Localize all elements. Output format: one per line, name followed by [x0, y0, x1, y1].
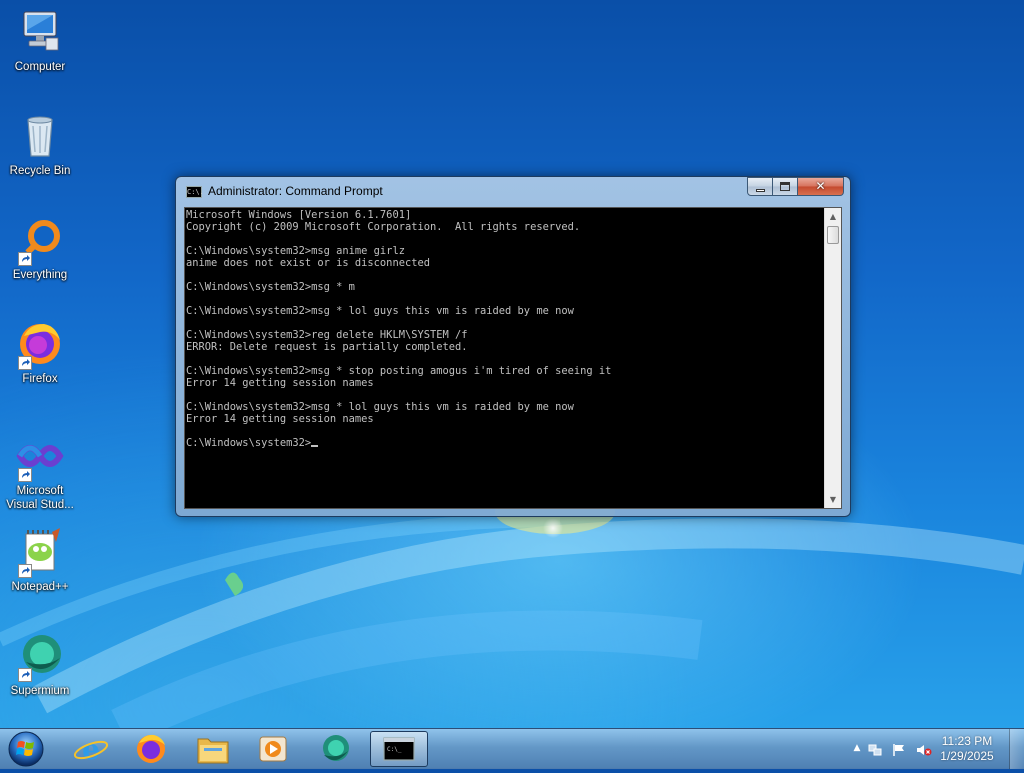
close-icon: ✕ [815, 179, 826, 193]
console-area[interactable]: Microsoft Windows [Version 6.1.7601] Cop… [184, 207, 842, 509]
console-line: C:\Windows\system32>reg delete HKLM\SYST… [186, 329, 468, 341]
console-prompt: C:\Windows\system32> [186, 437, 312, 449]
clock-time: 11:23 PM [941, 734, 993, 748]
scrollbar-thumb[interactable] [827, 226, 839, 244]
clock-date: 1/29/2025 [940, 749, 994, 763]
firefox-icon [16, 320, 64, 370]
console-line: C:\Windows\system32>msg * stop posting a… [186, 365, 612, 377]
text-cursor [311, 445, 319, 447]
desktop-icon-label: Notepad++ [11, 581, 69, 593]
media-player-icon [259, 736, 287, 762]
taskbar-internet-explorer[interactable]: e [62, 731, 120, 767]
desktop-icon-label: Firefox [22, 373, 58, 385]
console-line: C:\Windows\system32>msg * m [186, 281, 355, 293]
close-button[interactable]: ✕ [798, 177, 844, 196]
console-line: C:\Windows\system32>msg * lol guys this … [186, 305, 574, 317]
shortcut-arrow-icon [18, 468, 32, 482]
minimize-button[interactable] [747, 177, 773, 196]
command-prompt-window[interactable]: C:\. Administrator: Command Prompt ✕ Mic… [175, 176, 851, 517]
minimize-icon [756, 189, 765, 192]
command-prompt-icon: C:\_ [383, 737, 415, 761]
console-line: Microsoft Windows [Version 6.1.7601] [186, 209, 412, 221]
visual-studio-icon [16, 432, 64, 482]
network-icon[interactable] [868, 742, 882, 756]
start-button[interactable] [6, 729, 46, 769]
volume-muted-icon[interactable] [916, 742, 932, 756]
taskbar-command-prompt[interactable]: C:\_ [370, 731, 428, 767]
svg-text:e: e [82, 733, 100, 766]
computer-icon [16, 8, 64, 56]
scroll-down-arrow-icon[interactable]: ▼ [825, 491, 841, 508]
desktop-icon-label: Recycle Bin [9, 165, 71, 177]
shortcut-arrow-icon [18, 668, 32, 682]
maximize-button[interactable] [773, 177, 798, 196]
internet-explorer-icon: e [73, 733, 109, 766]
shortcut-arrow-icon [18, 356, 32, 370]
taskbar-file-explorer[interactable] [184, 731, 242, 767]
command-prompt-icon: C:\. [186, 186, 204, 198]
taskbar: e C:\_ ▲ 11:23 PM 1/29/2025 [0, 728, 1024, 769]
console-line: C:\Windows\system32>msg anime girlz [186, 245, 405, 257]
desktop-icon-visual-studio[interactable]: Microsoft Visual Stud... [2, 432, 78, 512]
desktop-icon-firefox[interactable]: Firefox [2, 320, 78, 386]
shortcut-arrow-icon [18, 252, 32, 266]
scroll-up-arrow-icon[interactable]: ▲ [825, 208, 841, 225]
recycle-bin-icon [16, 112, 64, 160]
windows-orb-icon [8, 731, 44, 767]
desktop-icon-label: Microsoft Visual Stud... [6, 485, 74, 511]
firefox-icon [137, 734, 165, 763]
maximize-icon [780, 182, 790, 191]
window-title: Administrator: Command Prompt [208, 184, 383, 198]
console-line: Error 14 getting session names [186, 413, 374, 425]
supermium-icon [16, 632, 64, 682]
supermium-icon [323, 735, 349, 761]
taskbar-supermium[interactable] [306, 731, 364, 767]
desktop-icon-label: Supermium [10, 685, 70, 697]
everything-icon [16, 216, 64, 266]
show-hidden-icons-icon[interactable]: ▲ [850, 743, 864, 757]
vertical-scrollbar[interactable]: ▲ ▼ [824, 208, 841, 508]
desktop-icon-label: Everything [12, 269, 68, 281]
notepad-plus-plus-icon [16, 528, 64, 578]
desktop-icon-everything[interactable]: Everything [2, 216, 78, 282]
desktop-icon-label: Computer [14, 61, 66, 73]
file-explorer-icon [197, 738, 229, 764]
console-line: anime does not exist or is disconnected [186, 257, 430, 269]
shortcut-arrow-icon [18, 564, 32, 578]
svg-text:C:\_: C:\_ [387, 746, 402, 753]
desktop-icon-supermium[interactable]: Supermium [2, 632, 78, 698]
console-line: ERROR: Delete request is partially compl… [186, 341, 468, 353]
console-line: Copyright (c) 2009 Microsoft Corporation… [186, 221, 581, 233]
show-desktop-button[interactable] [1009, 729, 1024, 769]
console-line: Error 14 getting session names [186, 377, 374, 389]
console-output: Microsoft Windows [Version 6.1.7601] Cop… [186, 209, 824, 449]
taskbar-media-player[interactable] [244, 731, 302, 767]
desktop-icon-recycle-bin[interactable]: Recycle Bin [2, 112, 78, 178]
window-titlebar[interactable]: C:\. Administrator: Command Prompt ✕ [176, 177, 850, 207]
taskbar-firefox[interactable] [122, 731, 180, 767]
window-controls: ✕ [747, 177, 844, 197]
clock[interactable]: 11:23 PM 1/29/2025 [932, 734, 1002, 764]
desktop-icon-notepad-plus-plus[interactable]: Notepad++ [2, 528, 78, 594]
console-line: C:\Windows\system32>msg * lol guys this … [186, 401, 574, 413]
action-center-flag-icon[interactable] [892, 742, 906, 756]
desktop-icon-computer[interactable]: Computer [2, 8, 78, 74]
system-tray: ▲ 11:23 PM 1/29/2025 [824, 729, 1024, 769]
